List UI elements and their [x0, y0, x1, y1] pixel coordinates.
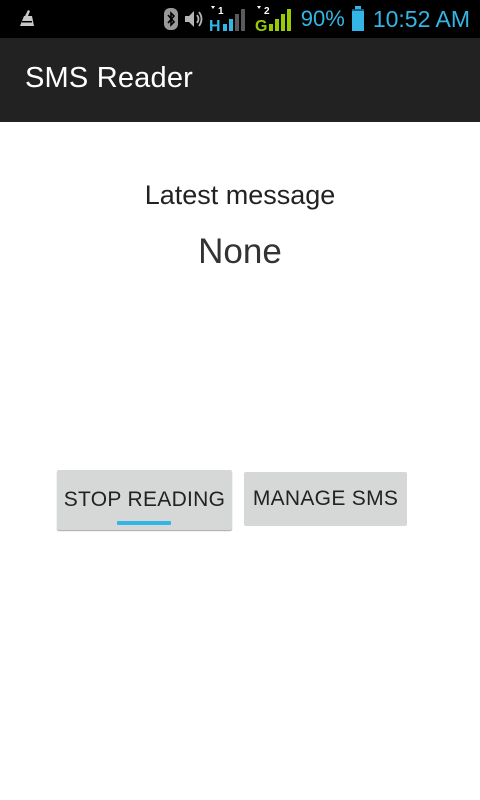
- latest-message-value: None: [198, 232, 282, 271]
- svg-text:G: G: [255, 18, 267, 34]
- volume-icon: [184, 11, 203, 27]
- app-title: SMS Reader: [25, 62, 194, 94]
- cleaner-icon: [20, 10, 34, 26]
- signal-h-icon: H 1: [209, 6, 245, 34]
- manage-sms-label: MANAGE SMS: [252, 487, 399, 510]
- stop-reading-label: STOP READING: [63, 488, 226, 511]
- status-icons: H 1 G 2 90% 10:52 AM: [163, 0, 470, 38]
- signal-g-icon: G 2: [255, 6, 291, 34]
- status-bar: H 1 G 2 90% 10:52 AM: [0, 0, 480, 38]
- clock: 10:52 AM: [372, 5, 470, 32]
- stop-reading-button[interactable]: STOP READING: [57, 470, 232, 530]
- manage-sms-button[interactable]: MANAGE SMS: [244, 472, 407, 526]
- battery-icon: [351, 6, 364, 31]
- main-content: Latest message None STOP READING MANAGE …: [0, 122, 480, 800]
- svg-text:H: H: [209, 18, 221, 34]
- bluetooth-icon: [163, 8, 178, 30]
- focus-indicator: [117, 521, 171, 525]
- svg-text:1: 1: [218, 6, 224, 17]
- latest-message-label: Latest message: [144, 180, 336, 210]
- svg-text:2: 2: [264, 6, 270, 17]
- action-bar: SMS Reader: [0, 38, 480, 122]
- battery-percent: 90%: [300, 6, 345, 31]
